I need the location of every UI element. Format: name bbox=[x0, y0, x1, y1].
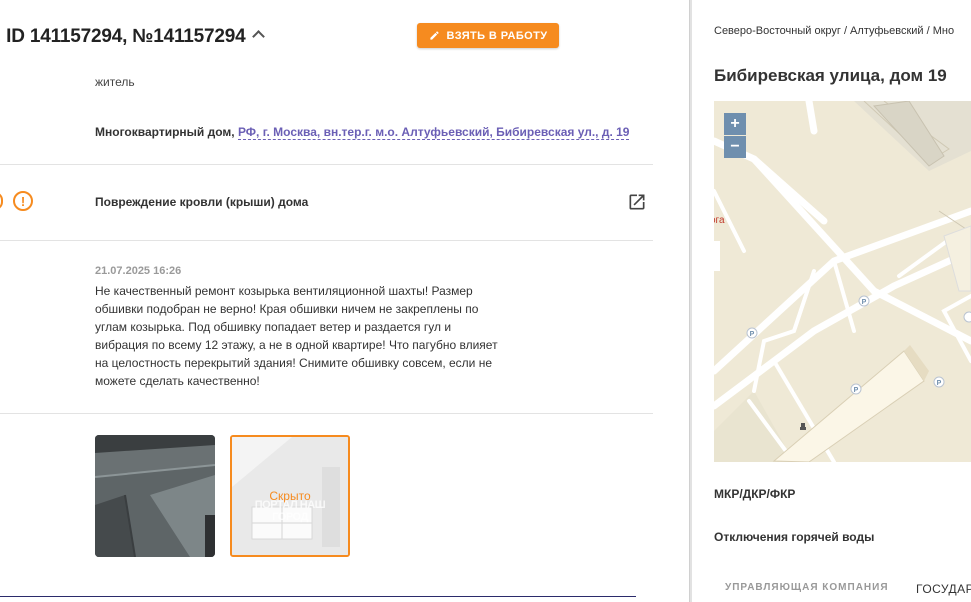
pencil-icon bbox=[429, 31, 439, 40]
request-detail-panel: , ID 141157294, №141157294 ВЗЯТЬ В РАБОТ… bbox=[0, 0, 690, 602]
applicant-role: житель bbox=[95, 75, 135, 89]
hot-water-section-label[interactable]: Отключения горячей воды bbox=[714, 530, 874, 544]
tab-management-company[interactable]: УПРАВЛЯЮЩАЯ КОМПАНИЯ bbox=[725, 582, 889, 593]
map-label-fragment: ога bbox=[714, 215, 725, 226]
map-tiles: P P P P bbox=[714, 101, 971, 462]
status-icon-partial bbox=[0, 192, 3, 210]
object-address-link[interactable]: РФ, г. Москва, вн.тер.г. м.о. Алтуфьевск… bbox=[237, 125, 630, 140]
warning-glyph: ! bbox=[20, 193, 26, 209]
object-info: Многоквартирный дом, РФ, г. Москва, вн.т… bbox=[95, 125, 630, 140]
parking-icon: P bbox=[750, 331, 755, 338]
divider bbox=[0, 413, 653, 414]
map-zoom-in-button[interactable]: + bbox=[724, 113, 746, 135]
request-id: , ID 141157294, №141157294 bbox=[0, 26, 246, 47]
photo-thumbnail[interactable] bbox=[95, 435, 215, 557]
issue-title: Повреждение кровли (крыши) дома bbox=[95, 195, 309, 209]
photo-image bbox=[95, 435, 215, 557]
object-address-title: Бибиревская улица, дом 19 bbox=[714, 66, 947, 85]
divider bbox=[0, 164, 653, 165]
chevron-up-icon[interactable] bbox=[252, 30, 266, 43]
take-to-work-label: ВЗЯТЬ В РАБОТУ bbox=[446, 29, 548, 42]
parking-icon: P bbox=[937, 380, 942, 387]
map-zoom-out-button[interactable]: − bbox=[724, 136, 746, 158]
open-in-new-icon[interactable] bbox=[627, 192, 647, 212]
breadcrumb: Северо-Восточный округ / Алтуфьевский / … bbox=[714, 25, 955, 37]
hidden-photo-thumbnail[interactable]: Скрыто ПОРТАЛ НАШ ГОРОД bbox=[230, 435, 350, 557]
take-to-work-button[interactable]: ВЗЯТЬ В РАБОТУ bbox=[417, 23, 559, 48]
tab-state[interactable]: ГОСУДАР bbox=[916, 582, 971, 596]
watermark: ПОРТАЛ НАШ ГОРОД bbox=[254, 499, 326, 523]
comment-date: 21.07.2025 16:26 bbox=[95, 265, 182, 277]
mkr-section-label[interactable]: МКР/ДКР/ФКР bbox=[714, 487, 795, 501]
object-type: Многоквартирный дом, bbox=[95, 125, 238, 139]
map[interactable]: P P P P + − ога bbox=[714, 101, 971, 462]
warning-icon: ! bbox=[13, 191, 33, 211]
parking-icon: P bbox=[854, 387, 859, 394]
divider bbox=[0, 240, 653, 241]
object-side-panel: Северо-Восточный округ / Алтуфьевский / … bbox=[692, 0, 971, 602]
divider bbox=[0, 596, 636, 597]
page-title[interactable]: , ID 141157294, №141157294 bbox=[0, 26, 266, 48]
parking-icon: P bbox=[862, 299, 867, 306]
comment-text: Не качественный ремонт козырька вентиляц… bbox=[95, 284, 498, 388]
